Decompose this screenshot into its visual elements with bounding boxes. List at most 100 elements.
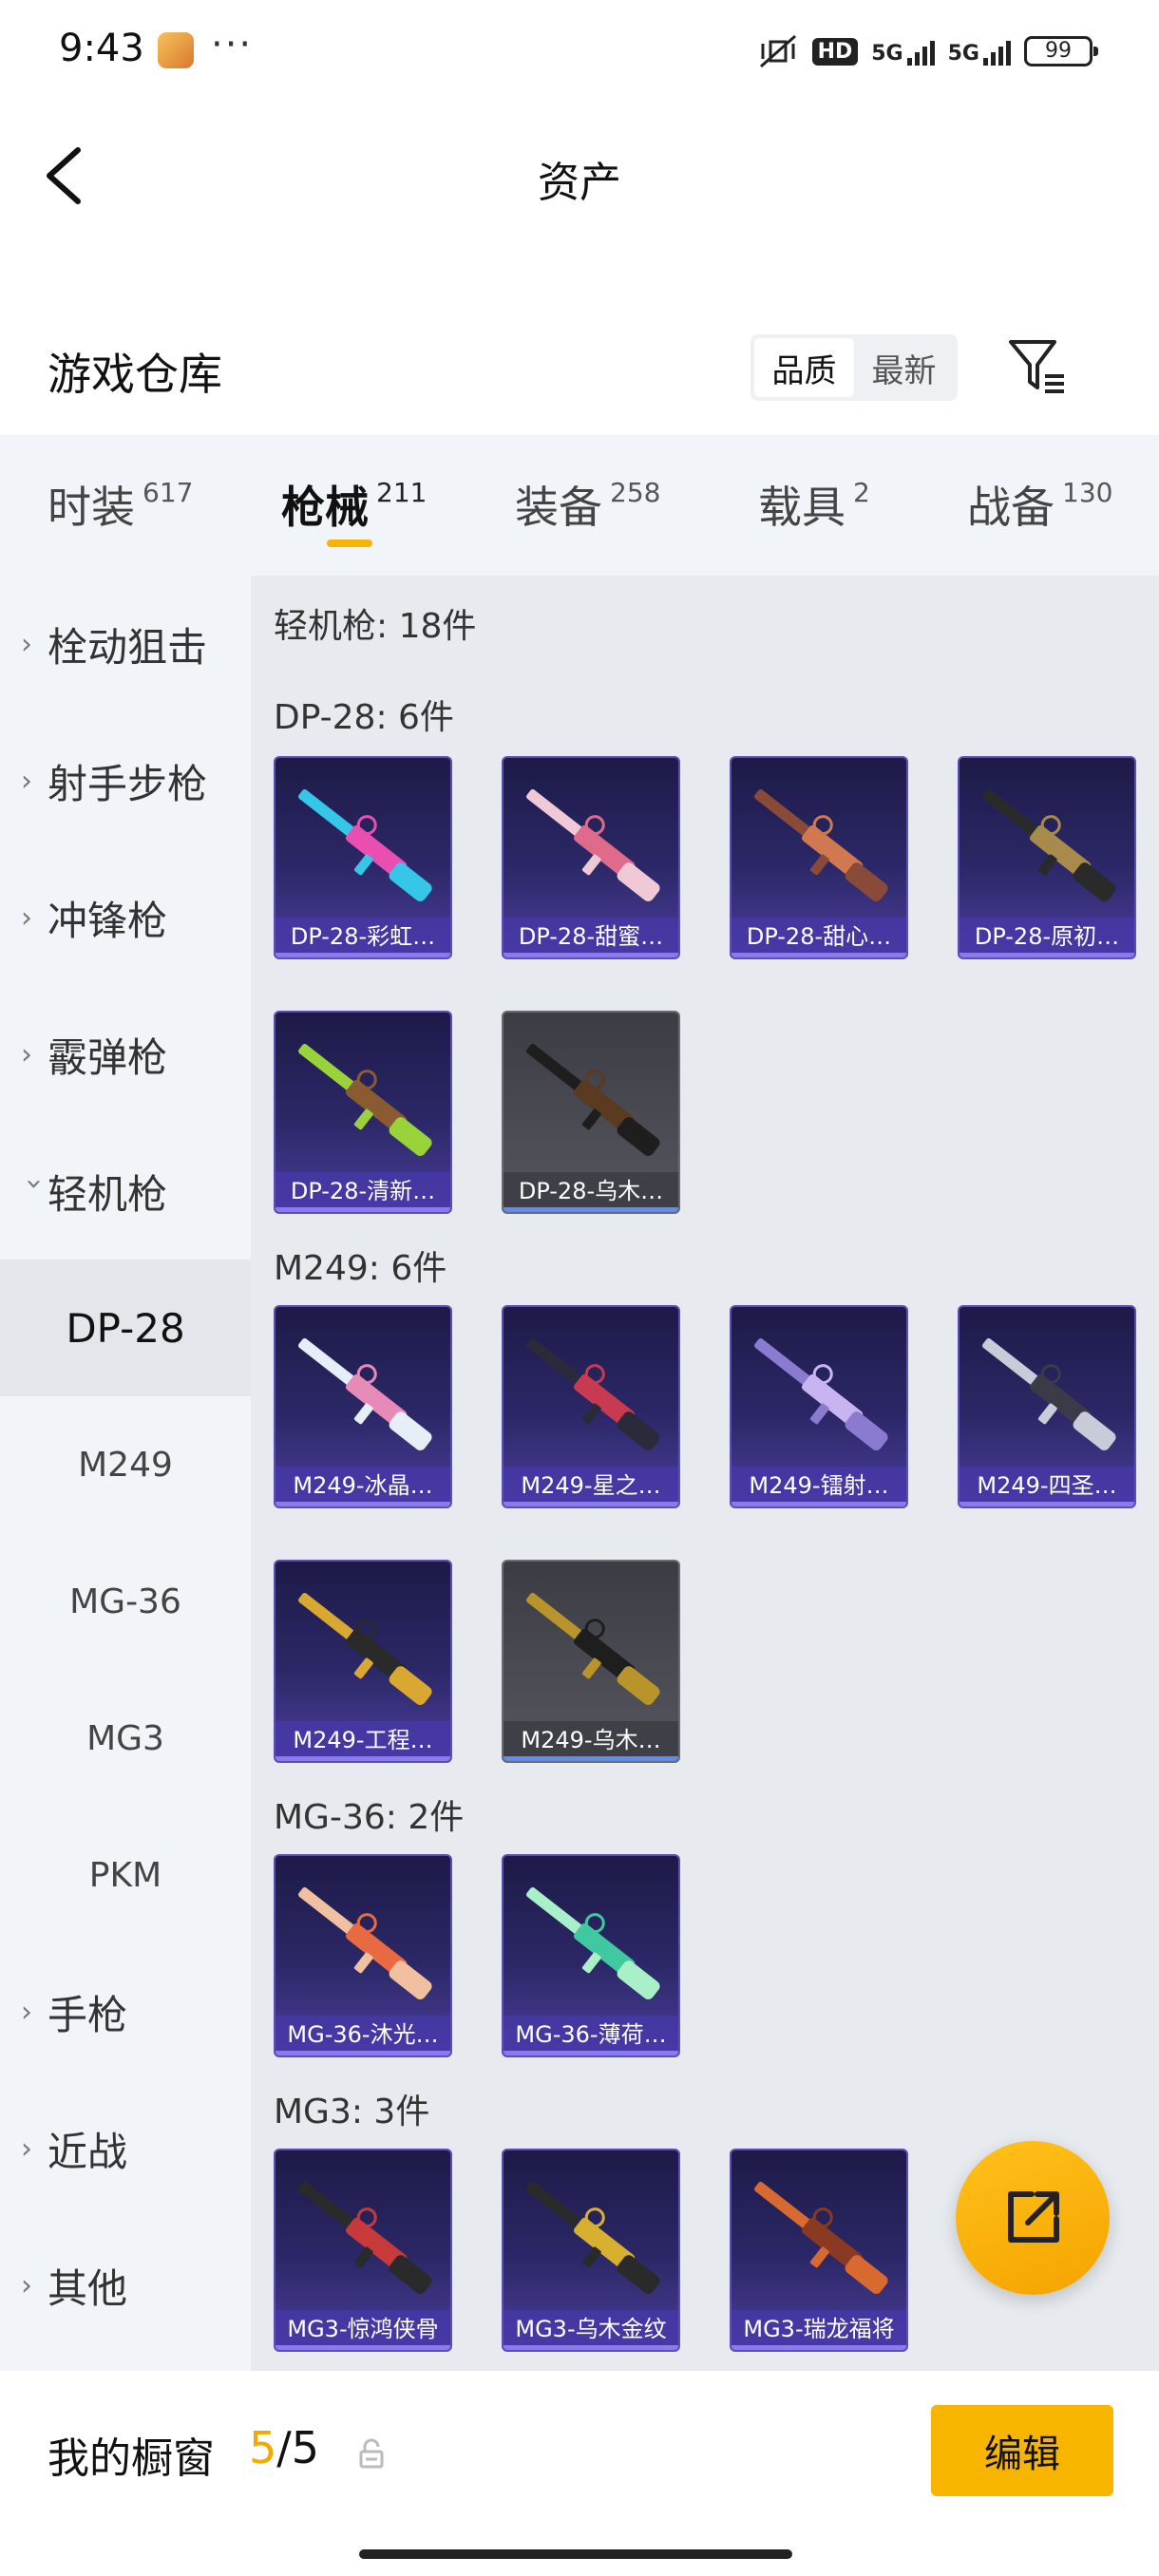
- home-indicator[interactable]: [359, 2549, 792, 2559]
- showcase-total: 5: [291, 2422, 320, 2473]
- group-heading: M249: 6件: [274, 1249, 447, 1288]
- skin-name: MG3-乌木金纹: [504, 2310, 678, 2350]
- group-heading: MG-36: 2件: [274, 1798, 465, 1837]
- group-heading: MG3: 3件: [274, 2093, 430, 2131]
- sidebar-sub-dp28[interactable]: DP-28: [0, 1260, 251, 1396]
- chevron-right-icon: ›: [21, 1995, 32, 2029]
- chevron-right-icon: ›: [21, 1037, 32, 1071]
- app-notification-icon: [158, 32, 194, 68]
- network-type-1: 5G: [871, 42, 903, 66]
- chevron-down-icon: ›: [17, 1178, 51, 1189]
- skin-card[interactable]: M249-冰晶…: [274, 1305, 452, 1508]
- rifle-icon: [526, 788, 660, 901]
- showcase-count: 5/5: [249, 2422, 319, 2473]
- rifle-icon: [526, 1337, 660, 1450]
- app-root: 9:43 ··· HD 5G 5G 99 资产 游戏仓库 品质 最新 时装 61…: [0, 0, 1159, 2576]
- skin-name: MG3-惊鸿侠骨: [276, 2310, 450, 2350]
- skin-card[interactable]: DP-28-乌木…: [502, 1011, 680, 1214]
- sidebar-item-label: 射手步枪: [48, 760, 208, 807]
- sidebar-item-shotgun[interactable]: › 霰弹枪: [0, 986, 251, 1123]
- tab-label: 枪械: [281, 482, 369, 533]
- skin-card[interactable]: MG3-惊鸿侠骨: [274, 2149, 452, 2352]
- rifle-icon: [526, 1592, 660, 1705]
- skin-card[interactable]: DP-28-甜心…: [730, 756, 908, 959]
- sort-newest-option[interactable]: 最新: [854, 338, 954, 397]
- sidebar-item-melee[interactable]: › 近战: [0, 2080, 251, 2217]
- skin-card[interactable]: MG-36-薄荷…: [502, 1854, 680, 2057]
- showcase-label: 我的橱窗: [48, 2434, 215, 2483]
- rifle-icon: [754, 1337, 888, 1450]
- chevron-right-icon: ›: [21, 900, 32, 935]
- tab-count: 617: [142, 477, 194, 508]
- chevron-right-icon: ›: [21, 764, 32, 798]
- skin-card[interactable]: DP-28-甜蜜…: [502, 756, 680, 959]
- sidebar-sub-mg36[interactable]: MG-36: [0, 1533, 251, 1670]
- sidebar-sub-m249[interactable]: M249: [0, 1396, 251, 1533]
- skin-name: DP-28-甜心…: [732, 918, 906, 957]
- status-bar: 9:43 ··· HD 5G 5G 99: [0, 0, 1159, 104]
- tab-equipment[interactable]: 装备 258: [515, 473, 660, 536]
- rifle-icon: [526, 2181, 660, 2294]
- tab-supplies[interactable]: 战备 130: [967, 473, 1112, 536]
- tab-count: 211: [376, 477, 428, 508]
- rifle-icon: [298, 1337, 432, 1450]
- rifle-icon: [298, 1886, 432, 1999]
- rifle-icon: [982, 1337, 1116, 1450]
- sort-quality-option[interactable]: 品质: [754, 338, 854, 397]
- skin-name: MG3-瑞龙福将: [732, 2310, 906, 2350]
- edit-button[interactable]: 编辑: [931, 2405, 1113, 2496]
- skin-name: DP-28-甜蜜…: [504, 918, 678, 957]
- sidebar-item-label: 其他: [48, 2264, 128, 2312]
- sidebar-item-label: 轻机枪: [48, 1170, 168, 1218]
- sidebar-item-pistol[interactable]: › 手枪: [0, 1943, 251, 2080]
- skin-card[interactable]: MG3-乌木金纹: [502, 2149, 680, 2352]
- sidebar-item-other[interactable]: › 其他: [0, 2217, 251, 2354]
- item-list[interactable]: 轻机枪: 18件 DP-28: 6件 DP-28-彩虹… DP-28-甜蜜… D…: [251, 576, 1159, 2371]
- network-type-2: 5G: [947, 42, 979, 66]
- skin-name: DP-28-乌木…: [504, 1172, 678, 1212]
- rifle-icon: [526, 1043, 660, 1156]
- tab-fashion[interactable]: 时装 617: [48, 473, 193, 536]
- sidebar-item-label: 栓动狙击: [48, 623, 208, 671]
- skin-name: M249-乌木…: [504, 1721, 678, 1761]
- tab-label: 载具: [758, 482, 846, 533]
- section-title: 游戏仓库: [48, 349, 222, 400]
- tab-count: 258: [610, 477, 661, 508]
- sidebar-item-label: 霰弹枪: [48, 1033, 168, 1081]
- skin-card[interactable]: DP-28-原初…: [958, 756, 1136, 959]
- tab-label: 战备: [967, 482, 1054, 533]
- filter-icon[interactable]: [1007, 336, 1068, 397]
- sidebar-sub-pkm[interactable]: PKM: [0, 1807, 251, 1943]
- battery-icon: 99: [1024, 36, 1098, 66]
- sidebar-item-smg[interactable]: › 冲锋枪: [0, 849, 251, 986]
- tab-count: 130: [1062, 477, 1113, 508]
- skin-card[interactable]: DP-28-清新…: [274, 1011, 452, 1214]
- sidebar-item-bolt-sniper[interactable]: › 栓动狙击: [0, 576, 251, 712]
- sidebar-sub-mg3[interactable]: MG3: [0, 1670, 251, 1807]
- skin-card[interactable]: M249-工程…: [274, 1560, 452, 1763]
- skin-card[interactable]: M249-星之…: [502, 1305, 680, 1508]
- skin-card[interactable]: M249-四圣…: [958, 1305, 1136, 1508]
- share-button[interactable]: [956, 2141, 1110, 2295]
- rifle-icon: [298, 788, 432, 901]
- tab-vehicles[interactable]: 载具 2: [758, 473, 870, 536]
- rifle-icon: [298, 2181, 432, 2294]
- page-title: 资产: [538, 159, 621, 207]
- showcase-current: 5: [249, 2422, 277, 2473]
- sidebar-item-label: 手枪: [48, 1991, 128, 2038]
- tab-firearms[interactable]: 枪械 211: [281, 473, 427, 536]
- skin-name: M249-冰晶…: [276, 1467, 450, 1506]
- sidebar-item-label: 冲锋枪: [48, 897, 168, 944]
- skin-card[interactable]: MG3-瑞龙福将: [730, 2149, 908, 2352]
- category-tabs: 时装 617 枪械 211 装备 258 载具 2 战备 130: [0, 435, 1159, 576]
- signal-1-icon: 5G: [871, 37, 935, 66]
- sidebar-item-dmr[interactable]: › 射手步枪: [0, 712, 251, 849]
- skin-card[interactable]: DP-28-彩虹…: [274, 756, 452, 959]
- rifle-icon: [754, 788, 888, 901]
- skin-card[interactable]: M249-乌木…: [502, 1560, 680, 1763]
- skin-card[interactable]: M249-镭射…: [730, 1305, 908, 1508]
- active-tab-indicator: [327, 540, 372, 547]
- skin-card[interactable]: MG-36-沐光…: [274, 1854, 452, 2057]
- chevron-right-icon: ›: [21, 627, 32, 661]
- sidebar-item-lmg[interactable]: › 轻机枪: [0, 1123, 251, 1260]
